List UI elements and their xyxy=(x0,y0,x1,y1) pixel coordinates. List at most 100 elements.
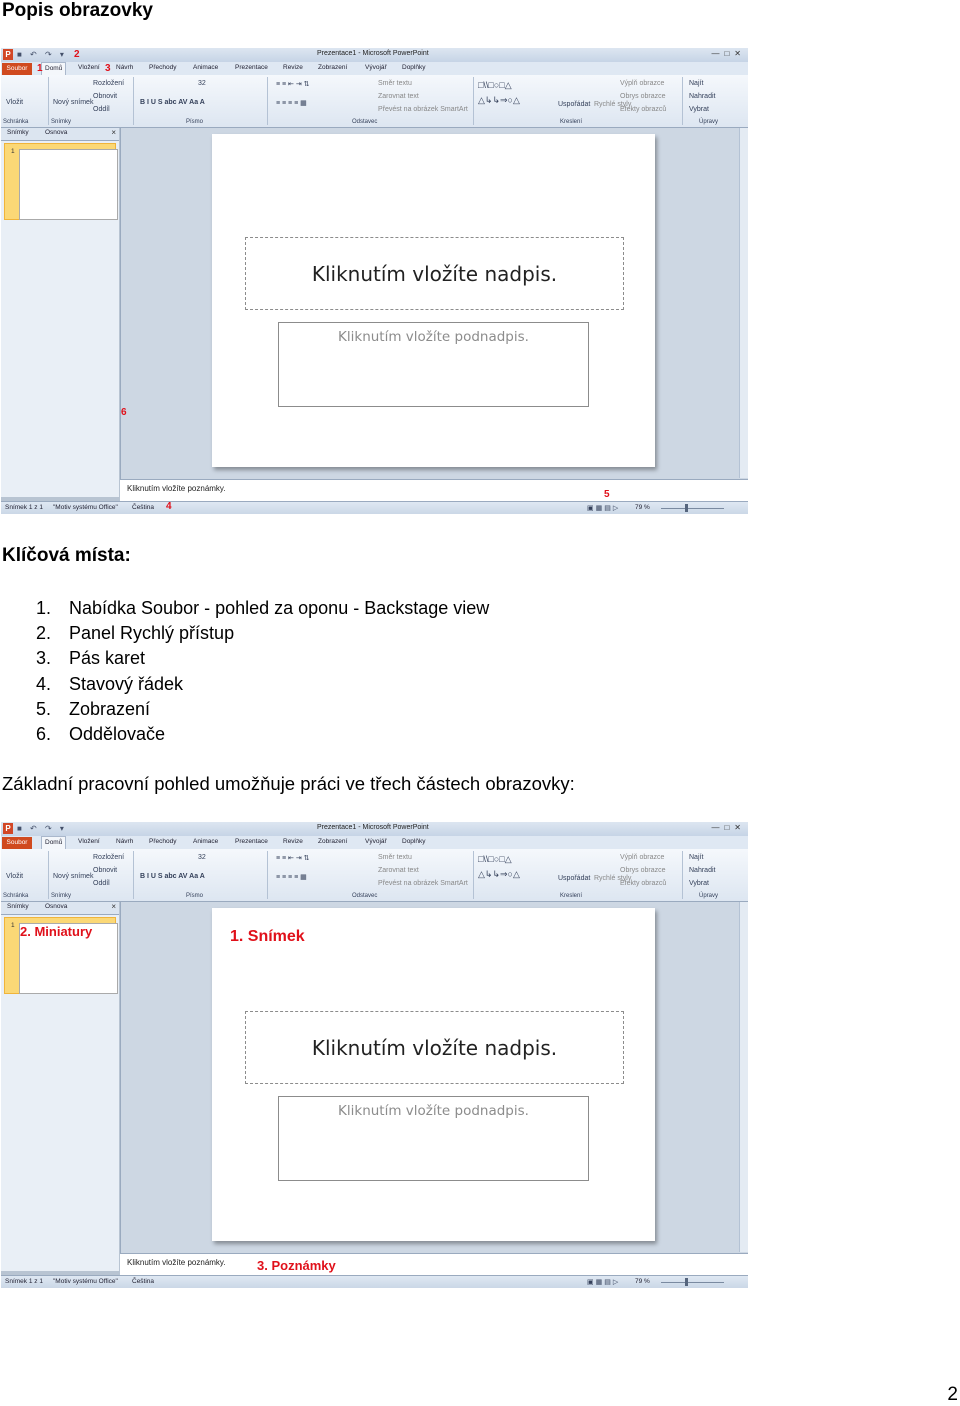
shape-fill-button[interactable]: Výplň obrazce xyxy=(620,80,664,87)
tab-developer[interactable]: Vývojář xyxy=(365,64,387,71)
shapes-gallery[interactable]: □\\□○□△ xyxy=(478,80,512,91)
find-button[interactable]: Najít xyxy=(689,80,703,87)
window-controls[interactable]: —□✕ xyxy=(711,49,746,58)
select-button[interactable]: Vybrat xyxy=(689,106,709,113)
shapes-gallery[interactable]: □\\□○□△ xyxy=(478,854,512,865)
notes-placeholder[interactable]: Kliknutím vložíte poznámky. xyxy=(127,484,226,493)
section-button[interactable]: Oddíl xyxy=(93,880,110,887)
shape-outline-button[interactable]: Obrys obrazce xyxy=(620,93,666,100)
list-buttons[interactable]: ≡ ≡ ⇤ ⇥ ⇅ xyxy=(276,854,310,862)
vertical-scrollbar[interactable] xyxy=(739,128,748,478)
section-button[interactable]: Oddíl xyxy=(93,106,110,113)
title-placeholder[interactable]: Kliknutím vložíte nadpis. xyxy=(245,1011,624,1084)
close-icon[interactable]: × xyxy=(111,902,116,911)
tab-home[interactable]: Domů xyxy=(41,836,67,849)
replace-button[interactable]: Nahradit xyxy=(689,867,715,874)
tab-review[interactable]: Revize xyxy=(283,838,303,845)
smartart-button[interactable]: Převést na obrázek SmartArt xyxy=(378,880,468,887)
tab-transitions[interactable]: Přechody xyxy=(149,838,176,845)
tab-slides-pane[interactable]: Snímky xyxy=(7,903,29,910)
smartart-button[interactable]: Převést na obrázek SmartArt xyxy=(378,106,468,113)
align-text-button[interactable]: Zarovnat text xyxy=(378,867,419,874)
paste-button[interactable]: Vložit xyxy=(6,873,23,880)
replace-button[interactable]: Nahradit xyxy=(689,93,715,100)
align-text-button[interactable]: Zarovnat text xyxy=(378,93,419,100)
tab-animations[interactable]: Animace xyxy=(193,64,218,71)
tab-addins[interactable]: Doplňky xyxy=(402,64,425,71)
zoom-slider[interactable] xyxy=(661,508,724,509)
align-buttons[interactable]: ≡ ≡ ≡ ≡ ▦ xyxy=(276,873,307,881)
shape-effects-button[interactable]: Efekty obrazců xyxy=(620,880,666,887)
find-button[interactable]: Najít xyxy=(689,854,703,861)
new-slide-button[interactable]: Nový snímek xyxy=(53,99,93,106)
reset-button[interactable]: Obnovit xyxy=(93,93,117,100)
font-format-buttons[interactable]: B I U S abc AV Aa A xyxy=(140,873,205,880)
text-direction-button[interactable]: Směr textu xyxy=(378,80,412,87)
thumbnail-selection[interactable]: 1 xyxy=(4,143,118,220)
tab-view[interactable]: Zobrazení xyxy=(318,838,347,845)
layout-button[interactable]: Rozložení xyxy=(93,80,124,87)
status-language[interactable]: Čeština xyxy=(132,504,154,511)
shape-outline-button[interactable]: Obrys obrazce xyxy=(620,867,666,874)
status-theme[interactable]: "Motiv systému Office" xyxy=(53,1278,118,1285)
tab-slideshow[interactable]: Prezentace xyxy=(235,838,268,845)
shape-effects-button[interactable]: Efekty obrazců xyxy=(620,106,666,113)
select-button[interactable]: Vybrat xyxy=(689,880,709,887)
close-icon[interactable]: × xyxy=(111,128,116,137)
tab-slideshow[interactable]: Prezentace xyxy=(235,64,268,71)
notes-pane[interactable]: Kliknutím vložíte poznámky. xyxy=(120,1253,748,1275)
shapes-gallery-row2[interactable]: △↳↳⇒○△ xyxy=(478,95,520,106)
zoom-slider-thumb[interactable] xyxy=(685,1278,688,1286)
text-direction-button[interactable]: Směr textu xyxy=(378,854,412,861)
font-format-buttons[interactable]: B I U S abc AV Aa A xyxy=(140,99,205,106)
layout-button[interactable]: Rozložení xyxy=(93,854,124,861)
notes-pane[interactable]: Kliknutím vložíte poznámky. xyxy=(120,479,748,501)
window-controls[interactable]: —□✕ xyxy=(711,823,746,832)
tab-insert[interactable]: Vložení xyxy=(78,64,100,71)
new-slide-button[interactable]: Nový snímek xyxy=(53,873,93,880)
tab-slides-pane[interactable]: Snímky xyxy=(7,129,29,136)
subtitle-placeholder[interactable]: Kliknutím vložíte podnadpis. xyxy=(278,322,589,407)
reset-button[interactable]: Obnovit xyxy=(93,867,117,874)
font-size-select[interactable]: 32 xyxy=(198,80,206,87)
tab-file[interactable]: Soubor xyxy=(2,837,32,849)
notes-placeholder[interactable]: Kliknutím vložíte poznámky. xyxy=(127,1258,226,1267)
tab-addins[interactable]: Doplňky xyxy=(402,838,425,845)
zoom-slider-thumb[interactable] xyxy=(685,504,688,512)
tab-developer[interactable]: Vývojář xyxy=(365,838,387,845)
paste-button[interactable]: Vložit xyxy=(6,99,23,106)
shapes-gallery-row2[interactable]: △↳↳⇒○△ xyxy=(478,869,520,880)
page-heading: Popis obrazovky xyxy=(2,0,153,21)
status-theme[interactable]: "Motiv systému Office" xyxy=(53,504,118,511)
list-item: 5. Zobrazení xyxy=(36,698,151,719)
align-buttons[interactable]: ≡ ≡ ≡ ≡ ▦ xyxy=(276,99,307,107)
view-buttons[interactable]: ▣▦▤▷ xyxy=(587,504,620,512)
tab-design[interactable]: Návrh xyxy=(116,838,133,845)
tab-home[interactable]: Domů xyxy=(41,62,67,75)
vertical-scrollbar[interactable] xyxy=(739,902,748,1252)
subtitle-placeholder[interactable]: Kliknutím vložíte podnadpis. xyxy=(278,1096,589,1181)
font-size-select[interactable]: 32 xyxy=(198,854,206,861)
quick-access-toolbar[interactable]: ■ ↶ ↷ ▾ xyxy=(17,50,67,59)
tab-review[interactable]: Revize xyxy=(283,64,303,71)
tab-file[interactable]: Soubor xyxy=(2,63,32,75)
tab-animations[interactable]: Animace xyxy=(193,838,218,845)
tab-outline-pane[interactable]: Osnova xyxy=(45,903,67,910)
shape-fill-button[interactable]: Výplň obrazce xyxy=(620,854,664,861)
zoom-slider[interactable] xyxy=(661,1282,724,1283)
title-placeholder[interactable]: Kliknutím vložíte nadpis. xyxy=(245,237,624,310)
view-buttons[interactable]: ▣▦▤▷ xyxy=(587,1278,620,1286)
tab-design[interactable]: Návrh xyxy=(116,64,133,71)
tab-insert[interactable]: Vložení xyxy=(78,838,100,845)
tab-view[interactable]: Zobrazení xyxy=(318,64,347,71)
quick-access-toolbar[interactable]: ■ ↶ ↷ ▾ xyxy=(17,824,67,833)
arrange-button[interactable]: Uspořádat xyxy=(558,875,590,882)
slide-thumbnail[interactable] xyxy=(19,149,118,220)
status-language[interactable]: Čeština xyxy=(132,1278,154,1285)
zoom-level[interactable]: 79 % xyxy=(635,504,650,511)
list-buttons[interactable]: ≡ ≡ ⇤ ⇥ ⇅ xyxy=(276,80,310,88)
tab-transitions[interactable]: Přechody xyxy=(149,64,176,71)
arrange-button[interactable]: Uspořádat xyxy=(558,101,590,108)
zoom-level[interactable]: 79 % xyxy=(635,1278,650,1285)
tab-outline-pane[interactable]: Osnova xyxy=(45,129,67,136)
